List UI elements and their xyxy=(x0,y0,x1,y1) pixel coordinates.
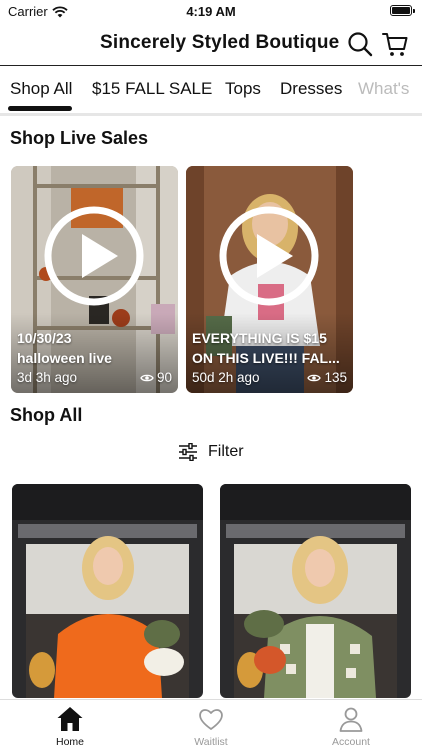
eye-icon xyxy=(307,374,322,381)
category-tabs: Shop All $15 FALL SALE Tops Dresses What… xyxy=(0,67,422,113)
shop-all-title: Shop All xyxy=(10,405,83,425)
battery-icon xyxy=(390,5,415,16)
nav-account[interactable]: Account xyxy=(306,705,396,748)
live-time-ago: 50d 2h ago xyxy=(192,370,260,385)
live-card[interactable]: EVERYTHING IS $15 ON THIS LIVE!!! FAL...… xyxy=(186,166,353,393)
live-time-ago: 3d 3h ago xyxy=(17,370,78,385)
live-caption-line1: EVERYTHING IS $15 xyxy=(192,330,327,346)
product-image xyxy=(220,484,411,698)
home-icon xyxy=(57,707,83,731)
live-caption-line1: 10/30/23 xyxy=(17,330,72,346)
heart-icon xyxy=(199,709,223,730)
search-icon[interactable] xyxy=(346,30,374,58)
live-caption-line2: ON THIS LIVE!!! FAL... xyxy=(192,350,340,366)
play-icon[interactable] xyxy=(42,204,146,308)
live-card[interactable]: 10/30/23 halloween live 3d 3h ago 90 xyxy=(11,166,178,393)
product-image xyxy=(12,484,203,698)
live-view-count: 135 xyxy=(324,370,347,385)
tabs-divider xyxy=(0,113,422,116)
bottom-nav: Home Waitlist Account xyxy=(0,699,422,750)
live-caption-line2: halloween live xyxy=(17,350,112,366)
nav-account-label: Account xyxy=(332,736,370,748)
live-caption: 10/30/23 halloween live xyxy=(17,328,172,368)
filter-sliders-icon xyxy=(179,443,197,461)
cart-icon[interactable] xyxy=(381,30,409,58)
live-views: 90 xyxy=(140,370,172,385)
live-view-count: 90 xyxy=(156,370,172,385)
nav-waitlist[interactable]: Waitlist xyxy=(166,705,256,748)
nav-home[interactable]: Home xyxy=(25,705,115,748)
nav-home-label: Home xyxy=(55,736,84,748)
nav-waitlist-label: Waitlist xyxy=(194,736,228,748)
play-icon[interactable] xyxy=(217,204,321,308)
tab-tops[interactable]: Tops xyxy=(225,79,261,99)
live-meta: 3d 3h ago 90 xyxy=(17,370,172,385)
product-card[interactable] xyxy=(12,484,203,698)
tab-fall-sale[interactable]: $15 FALL SALE xyxy=(92,79,212,99)
filter-button[interactable]: Filter xyxy=(178,443,244,461)
product-card[interactable] xyxy=(220,484,411,698)
user-icon xyxy=(339,707,363,732)
tab-dresses[interactable]: Dresses xyxy=(280,79,342,99)
live-views: 135 xyxy=(307,370,347,385)
tab-whats[interactable]: What's xyxy=(358,79,409,99)
active-tab-indicator xyxy=(8,106,72,111)
live-meta: 50d 2h ago 135 xyxy=(192,370,347,385)
eye-icon xyxy=(140,374,154,381)
live-caption: EVERYTHING IS $15 ON THIS LIVE!!! FAL... xyxy=(192,328,347,368)
status-bar: Carrier 4:19 AM xyxy=(0,0,422,22)
status-time: 4:19 AM xyxy=(186,4,236,19)
live-section-title: Shop Live Sales xyxy=(10,128,149,148)
tab-shop-all[interactable]: Shop All xyxy=(10,79,72,99)
filter-label: Filter xyxy=(208,443,244,460)
app-header: Sincerely Styled Boutique xyxy=(0,22,422,66)
store-title: Sincerely Styled Boutique xyxy=(100,32,340,53)
